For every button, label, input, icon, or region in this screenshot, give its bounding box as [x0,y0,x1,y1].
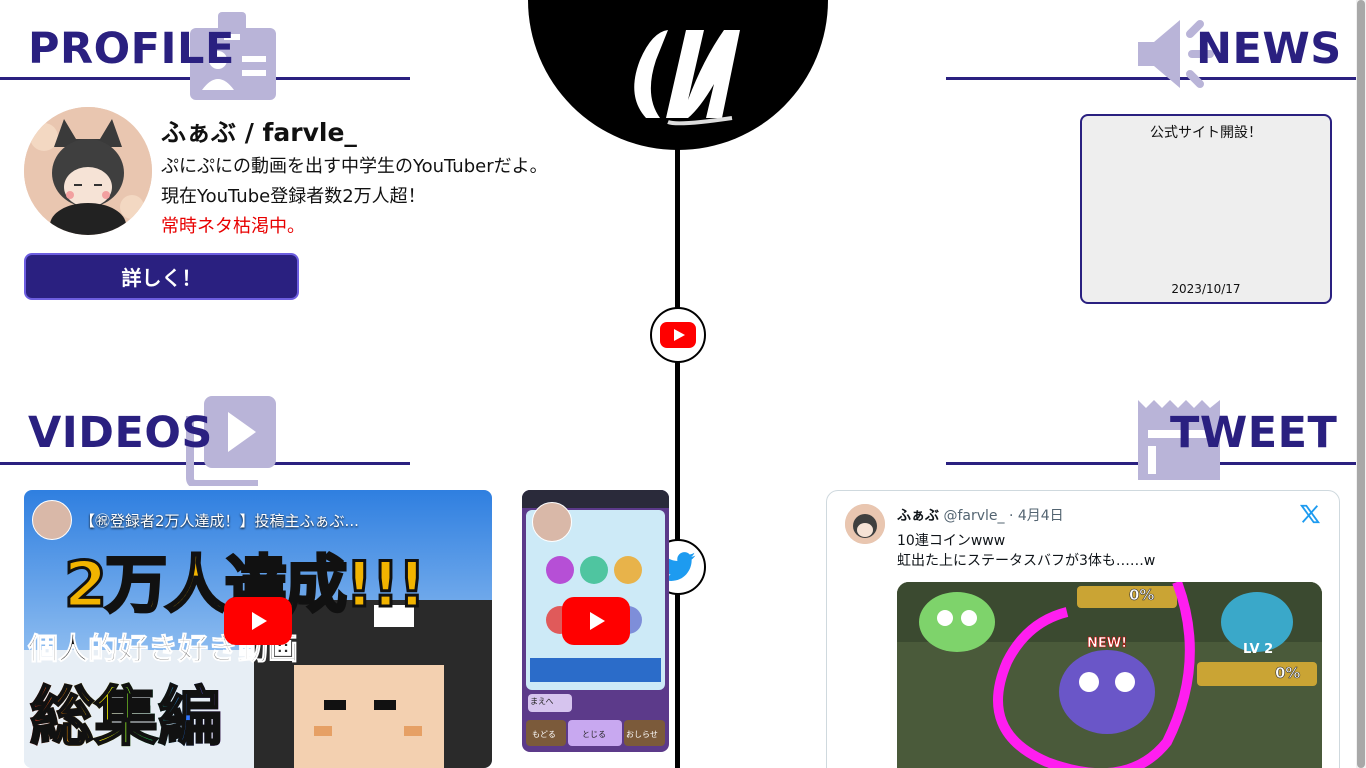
video-embed-1[interactable]: 【㊗登録者2万人達成！】投稿主ふぁぶ... 2万人達成!!! 個人的好き好き動画… [24,490,492,768]
news-date: 2023/10/17 [1171,282,1241,296]
tweet-embed[interactable]: ふぁぶ @farvle_ · 4月4日 10連コインwww 虹出た上にステータス… [826,490,1340,768]
center-timeline [675,148,680,768]
profile-description-3: 常時ネタ枯渇中。 [161,216,305,237]
scrollbar-thumb[interactable] [1357,0,1365,768]
play-icon [252,612,267,630]
tweet-text: 10連コインwww 虹出た上にステータスバフが3体も……w [897,531,1155,571]
tweet-image-illustration [897,582,1322,768]
video-2-ui-label-close: とじる [582,730,606,739]
tweet-text-line-1: 10連コインwww [897,533,1006,549]
video-2-ui-label-notice: おしらせ [626,730,658,739]
tweet-image-label-level: LV 2 [1243,642,1274,657]
video-1-play-button[interactable] [224,597,292,645]
tweet-image[interactable]: 0% NEW! 0% LV 2 [897,582,1322,768]
youtube-link[interactable] [650,307,706,363]
news-title: 公式サイト開設！ [1150,125,1262,141]
tweet-avatar-illustration [845,504,885,544]
news-card[interactable]: 公式サイト開設！ 2023/10/17 [1080,114,1332,304]
tweet-header: ふぁぶ @farvle_ · 4月4日 [897,505,1064,525]
video-1-header: 【㊗登録者2万人達成！】投稿主ふぁぶ... [32,500,359,540]
site-logo[interactable] [528,0,828,150]
video-1-channel-avatar[interactable] [32,500,72,540]
tweet-image-label-new: NEW! [1087,636,1128,652]
video-1-thumb-rainbow: 総集編 [29,666,223,758]
profile-avatar [24,107,152,235]
video-2-ui-label-back: もどる [532,730,556,739]
scrollbar-track[interactable] [1356,0,1366,768]
video-embed-2[interactable]: まえへ もどる とじる おしらせ [522,490,669,752]
tweet-image-label-2: 0% [1275,664,1301,683]
tweet-heading: TWEET [1170,408,1338,458]
youtube-icon [660,322,696,348]
video-2-play-button[interactable] [562,597,630,645]
video-2-channel-avatar[interactable] [532,502,572,542]
news-heading: NEWS [1196,24,1342,74]
logo-glyph [634,30,740,126]
profile-description-1: ぷにぷにの動画を出す中学生のYouTuberだよ。 [161,156,548,177]
tweet-handle[interactable]: @farvle_ [943,508,1004,524]
profile-name: ふぁぶ / farvle_ [161,118,357,147]
video-1-title[interactable]: 【㊗登録者2万人達成！】投稿主ふぁぶ... [80,510,359,531]
profile-description-2: 現在YouTube登録者数2万人超！ [161,186,426,207]
play-icon [590,612,605,630]
x-icon [1299,504,1321,524]
tweet-image-label-1: 0% [1129,586,1155,605]
x-logo-icon[interactable] [1299,503,1321,529]
video-2-header [532,502,572,542]
avatar-illustration [24,107,152,235]
tweet-text-line-2: 虹出た上にステータスバフが3体も……w [897,553,1156,569]
tweet-display-name[interactable]: ふぁぶ [897,508,939,524]
profile-more-button[interactable]: 詳しく！ [24,253,299,300]
videos-heading: VIDEOS [28,408,213,458]
tweet-author-avatar[interactable] [845,504,885,544]
profile-heading: PROFILE [28,24,235,74]
video-2-ui-label-next: まえへ [530,697,554,706]
tweet-date[interactable]: · 4月4日 [1009,508,1064,524]
page: PROFILE NEWS VIDEOS TWEET ふぁぶ / farvle_ … [0,0,1366,768]
